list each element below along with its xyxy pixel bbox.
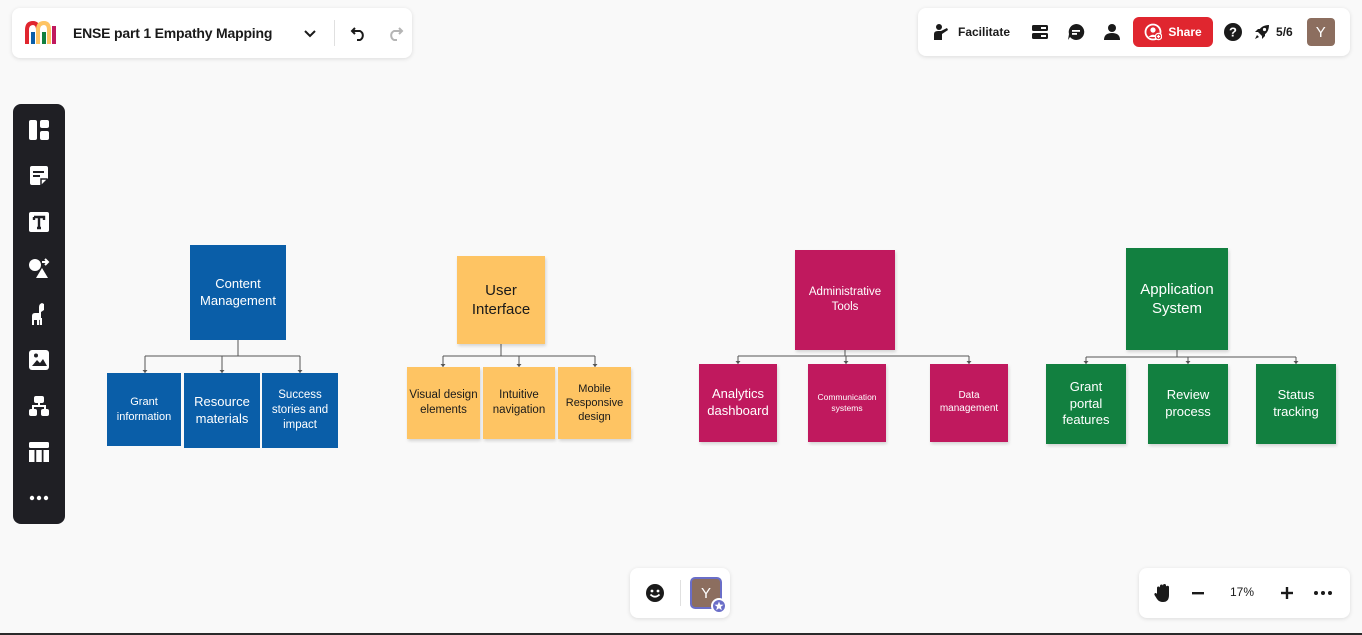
grant-information-label: Grant information [116,396,172,423]
smiley-icon[interactable] [643,581,667,605]
table-icon[interactable] [27,440,51,464]
divider [680,580,681,606]
zoom-panel: 17% [1139,568,1350,618]
shapes-icon[interactable] [27,256,51,280]
chevron-down-icon[interactable] [300,23,320,43]
current-user-avatar[interactable]: Y [690,577,727,614]
facilitate-label: Facilitate [958,25,1011,39]
svg-text:?: ? [1229,25,1237,40]
application-system-node[interactable]: Application System [1126,248,1228,350]
hand-icon[interactable] [1151,581,1175,605]
mobile-responsive-label: Mobile Responsive design [565,382,624,424]
grant-portal-label: Grant portal features [1062,379,1110,428]
redo-icon[interactable] [383,21,407,45]
user-avatar[interactable]: Y [1306,18,1335,46]
data-management-node[interactable]: Data management [930,364,1008,442]
status-tracking-node[interactable]: Status tracking [1256,364,1336,444]
image-icon[interactable] [27,348,51,372]
intuitive-navigation-node[interactable]: Intuitive navigation [483,367,555,439]
creation-toolbar [13,104,65,524]
analytics-dashboard-node[interactable]: Analytics dashboard [699,364,777,442]
resource-materials-node[interactable]: Resource materials [184,373,260,448]
administrative-tools-node[interactable]: Administrative Tools [795,250,895,350]
review-process-node[interactable]: Review process [1148,364,1228,444]
more-options-icon[interactable] [1311,581,1335,605]
success-stories-label: Success stories and impact [271,389,329,431]
application-system-label: Application System [1140,280,1214,317]
communication-systems-label: Communication systems [817,392,877,413]
comment-icon[interactable] [1064,20,1088,44]
zoom-out-icon[interactable] [1186,581,1210,605]
user-icon[interactable] [1100,20,1124,44]
visual-design-label: Visual design elements [409,389,478,416]
review-process-label: Review process [1165,387,1211,419]
divider [334,20,336,46]
content-management-node[interactable]: Content Management [190,245,286,340]
user-interface-node[interactable]: User Interface [457,256,545,344]
launch-count: 5/6 [1276,25,1293,39]
collaboration-toolbar: Facilitate Share ? 5/6 Y [918,8,1350,56]
help-icon[interactable]: ? [1221,20,1245,44]
facilitate-button[interactable]: Facilitate [932,22,1010,42]
miro-logo-icon[interactable] [24,20,58,46]
diagram-icon[interactable] [27,394,51,418]
add-user-icon [1144,23,1163,41]
analytics-dashboard-label: Analytics dashboard [707,386,769,418]
resource-materials-label: Resource materials [194,393,250,426]
grant-portal-node[interactable]: Grant portal features [1046,364,1126,444]
text-icon[interactable] [27,210,51,234]
launch-checklist-button[interactable]: 5/6 [1253,23,1293,41]
zoom-in-icon[interactable] [1275,581,1299,605]
templates-icon[interactable] [27,118,51,142]
llama-icon[interactable] [27,302,51,326]
board-header: ENSE part 1 Empathy Mapping [12,8,412,58]
board-title[interactable]: ENSE part 1 Empathy Mapping [73,25,272,41]
intuitive-navigation-label: Intuitive navigation [492,389,546,416]
sticky-note-icon[interactable] [27,164,51,188]
share-label: Share [1168,25,1202,39]
star-icon [711,598,727,614]
success-stories-node[interactable]: Success stories and impact [262,373,338,448]
communication-systems-node[interactable]: Communication systems [808,364,886,442]
rocket-icon [1255,25,1270,39]
data-management-label: Data management [939,390,999,414]
user-interface-label: User Interface [471,281,531,318]
grant-information-node[interactable]: Grant information [107,373,181,446]
administrative-tools-label: Administrative Tools [808,286,882,313]
undo-icon[interactable] [347,21,371,45]
share-button[interactable]: Share [1133,17,1214,47]
reactions-panel: Y [630,568,730,618]
content-management-label: Content Management [200,275,276,308]
apps-icon[interactable] [1028,20,1052,44]
visual-design-node[interactable]: Visual design elements [407,367,480,439]
zoom-level[interactable]: 17% [1219,585,1265,599]
presenter-icon [934,24,948,40]
more-icon[interactable] [27,486,51,510]
status-tracking-label: Status tracking [1273,387,1319,419]
mobile-responsive-node[interactable]: Mobile Responsive design [558,367,631,439]
current-user-initial: Y [700,584,711,602]
